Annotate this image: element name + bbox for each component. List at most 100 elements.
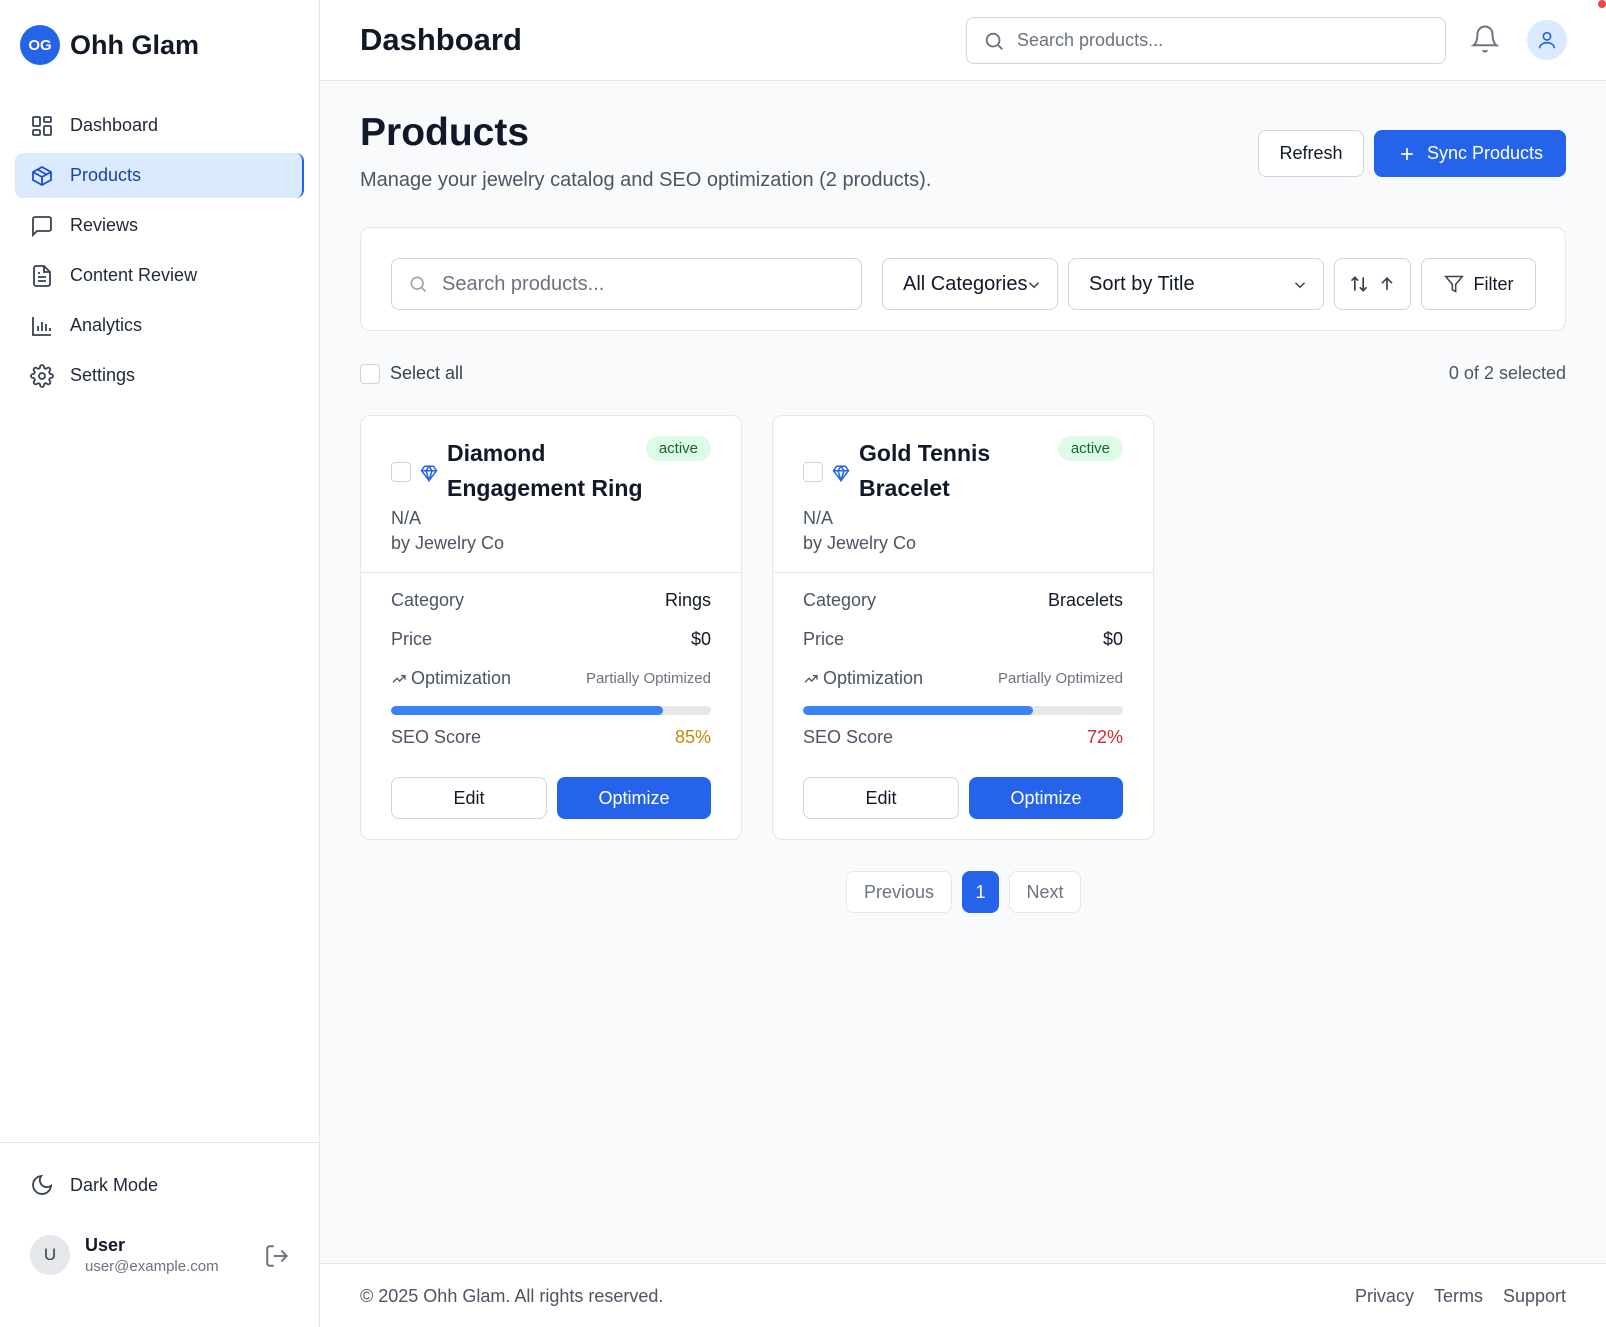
select-all-label: Select all <box>390 363 464 383</box>
status-badge: active <box>645 436 711 461</box>
next-page-button[interactable]: Next <box>1009 871 1081 913</box>
page-title: Products <box>360 111 530 154</box>
previous-page-button[interactable]: Previous <box>846 871 952 913</box>
seo-score: 85% <box>674 727 711 747</box>
optimization-progress <box>803 706 1123 715</box>
price-label: Price <box>803 629 845 649</box>
footer-link-support[interactable]: Support <box>1503 1286 1566 1307</box>
product-title[interactable]: Gold Tennis Bracelet <box>859 436 1059 506</box>
arrow-up-down-icon <box>1350 276 1367 292</box>
brand-name: Ohh Glam <box>70 29 200 60</box>
sidebar-item-content-review[interactable]: Content Review <box>15 253 304 298</box>
avatar: U <box>30 1235 70 1275</box>
profile-button[interactable] <box>1527 20 1567 60</box>
price-value: $0 <box>1102 629 1123 649</box>
sidebar-footer: Dark Mode U User user@example.com <box>0 1142 320 1275</box>
sort-select[interactable]: Sort by Title <box>1068 258 1324 310</box>
current-page-button[interactable]: 1 <box>962 871 999 913</box>
select-all[interactable]: Select all <box>360 363 463 384</box>
product-card-header: Gold Tennis Bracelet active N/A by Jewel… <box>773 416 1153 573</box>
file-text-icon <box>33 264 51 287</box>
price-value: $0 <box>690 629 711 649</box>
dark-mode-label: Dark Mode <box>70 1174 159 1195</box>
filter-bar: All Categories Sort by Title Filter <box>360 227 1566 331</box>
footer-links: Privacy Terms Support <box>1355 1286 1566 1307</box>
sidebar-item-label: Settings <box>70 365 136 385</box>
product-sku: N/A <box>391 508 422 528</box>
select-all-checkbox[interactable] <box>360 363 380 384</box>
category-row: Category Bracelets <box>803 590 1123 611</box>
layout-grid-icon <box>32 115 52 136</box>
header-search-input[interactable] <box>1017 30 1417 51</box>
sidebar-item-dashboard[interactable]: Dashboard <box>15 103 304 148</box>
optimization-status: Partially Optimized <box>585 670 711 687</box>
selected-count: 0 of 2 selected <box>1448 363 1566 383</box>
optimization-label: Optimization <box>411 668 512 688</box>
category-select[interactable]: All Categories <box>882 258 1058 310</box>
gear-icon <box>30 363 54 388</box>
price-label: Price <box>391 629 433 649</box>
category-label: Category <box>391 590 465 610</box>
sync-products-button[interactable]: Sync Products <box>1374 130 1566 177</box>
edit-button[interactable]: Edit <box>803 777 959 819</box>
edit-button[interactable]: Edit <box>391 777 547 819</box>
sidebar-item-label: Content Review <box>70 265 198 285</box>
price-row: Price $0 <box>391 629 711 650</box>
category-row: Category Rings <box>391 590 711 611</box>
product-search[interactable] <box>391 258 862 310</box>
optimization-row: Optimization Partially Optimized <box>803 668 1123 689</box>
gem-icon <box>832 464 850 482</box>
filter-label: Filter <box>1473 273 1514 294</box>
category-label: Category <box>803 590 877 610</box>
sidebar-item-products[interactable]: Products <box>15 153 304 198</box>
product-checkbox[interactable] <box>803 462 823 482</box>
filter-button[interactable]: Filter <box>1421 258 1536 310</box>
optimization-status: Partially Optimized <box>997 670 1123 687</box>
sidebar-item-reviews[interactable]: Reviews <box>15 203 304 248</box>
optimization-label-group: Optimization <box>803 668 923 689</box>
arrow-up-icon <box>1380 276 1393 290</box>
optimization-progress-fill <box>803 706 1034 715</box>
trending-up-icon <box>392 674 406 683</box>
seo-label: SEO Score <box>803 727 894 747</box>
sidebar-item-label: Dashboard <box>70 115 159 135</box>
bar-chart-icon <box>32 316 51 336</box>
sidebar-nav: Dashboard Products Reviews Content Revie… <box>15 103 304 403</box>
optimization-label-group: Optimization <box>391 668 511 689</box>
sort-select-value: Sort by Title <box>1089 272 1195 295</box>
sort-order-button[interactable] <box>1334 258 1411 310</box>
refresh-button[interactable]: Refresh <box>1258 130 1364 177</box>
product-vendor: by Jewelry Co <box>391 533 505 553</box>
seo-row: SEO Score 72% <box>803 727 1123 748</box>
product-sku: N/A <box>803 508 834 528</box>
search-icon <box>410 276 427 293</box>
logout-icon[interactable] <box>264 1243 290 1269</box>
product-title[interactable]: Diamond Engagement Ring <box>447 436 647 506</box>
footer-copyright: © 2025 Ohh Glam. All rights reserved. <box>360 1286 664 1306</box>
brand[interactable]: OG Ohh Glam <box>20 25 199 65</box>
sidebar-item-settings[interactable]: Settings <box>15 353 304 398</box>
bell-icon[interactable] <box>1470 24 1500 54</box>
user-info: User user@example.com <box>85 1235 219 1275</box>
main-content: Products Manage your jewelry catalog and… <box>320 81 1606 1263</box>
price-row: Price $0 <box>803 629 1123 650</box>
footer-link-terms[interactable]: Terms <box>1434 1286 1483 1307</box>
optimize-button[interactable]: Optimize <box>969 777 1123 819</box>
sidebar-item-label: Analytics <box>70 315 143 335</box>
footer-link-privacy[interactable]: Privacy <box>1355 1286 1414 1307</box>
header-search[interactable] <box>966 17 1446 64</box>
seo-label: SEO Score <box>391 727 482 747</box>
product-card-header: Diamond Engagement Ring active N/A by Je… <box>361 416 741 573</box>
sidebar-item-label: Products <box>70 165 142 185</box>
dark-mode-toggle[interactable]: Dark Mode <box>30 1173 158 1197</box>
sidebar: OG Ohh Glam Dashboard Products Reviews C… <box>0 0 320 1327</box>
chevron-down-icon <box>1294 282 1306 289</box>
product-checkbox[interactable] <box>391 462 411 482</box>
category-value: Rings <box>664 590 711 610</box>
product-search-input[interactable] <box>442 272 842 296</box>
filter-icon <box>1443 275 1464 293</box>
user-profile: U User user@example.com <box>30 1235 300 1275</box>
status-badge: active <box>1057 436 1123 461</box>
optimize-button[interactable]: Optimize <box>557 777 711 819</box>
sidebar-item-analytics[interactable]: Analytics <box>15 303 304 348</box>
